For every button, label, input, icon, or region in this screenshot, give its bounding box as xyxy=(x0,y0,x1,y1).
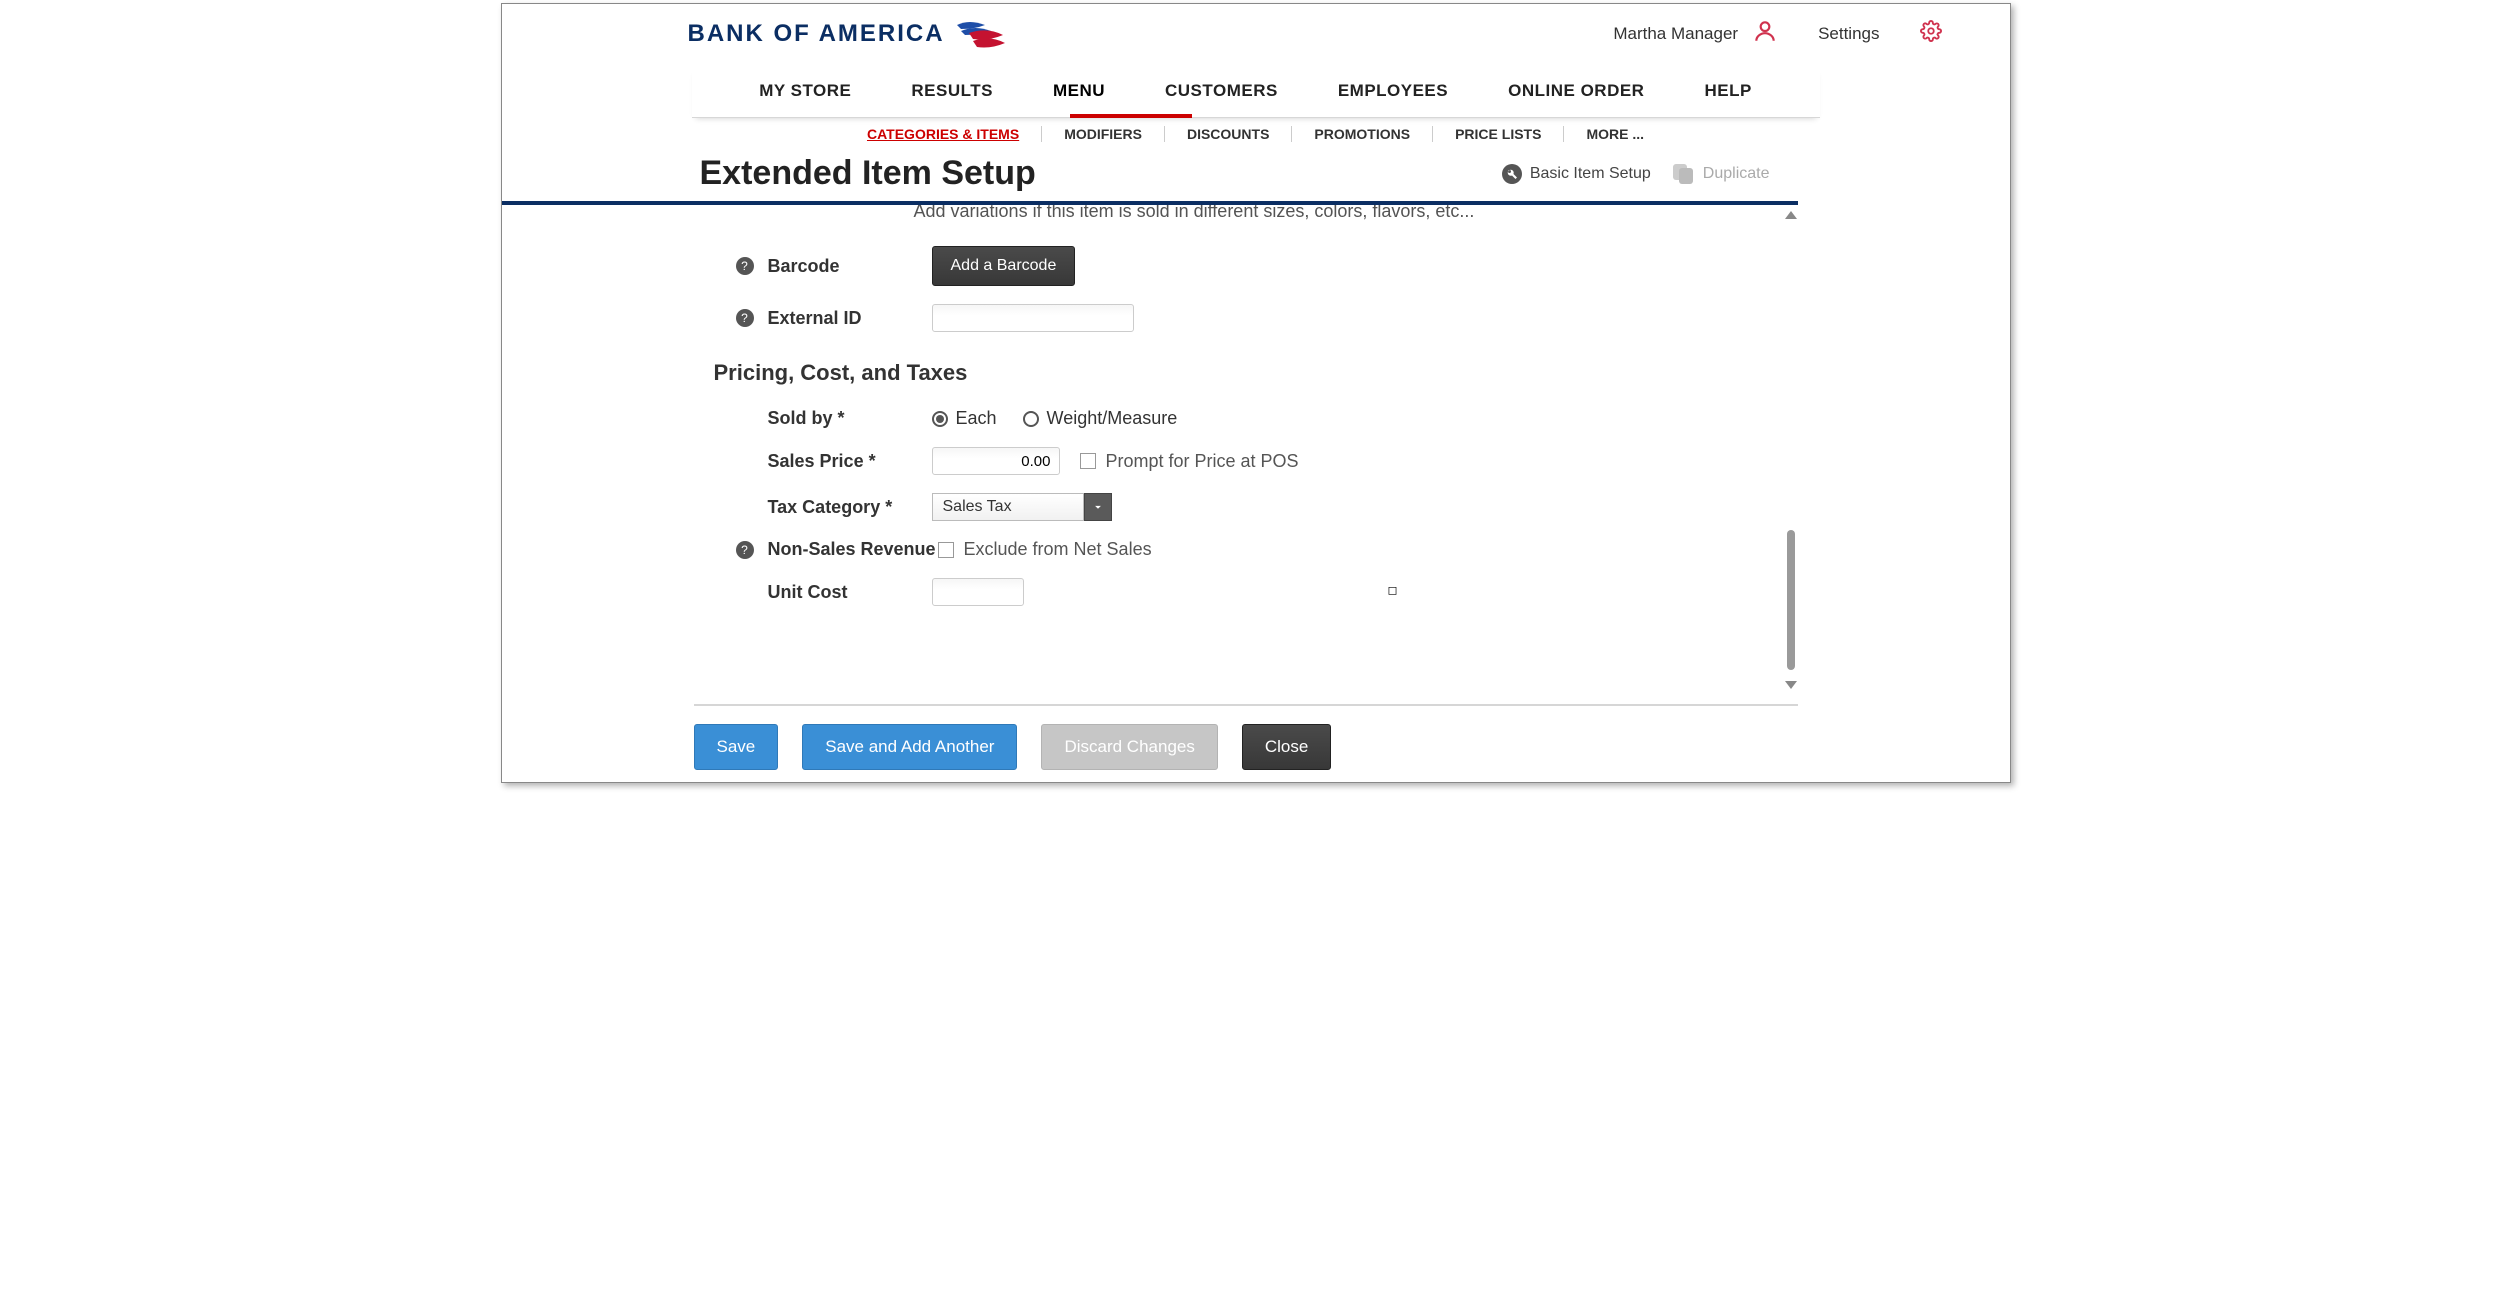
tax-category-select[interactable]: Sales Tax xyxy=(932,493,1112,521)
basic-item-setup-label: Basic Item Setup xyxy=(1530,165,1651,183)
scroll-up-arrow-icon[interactable] xyxy=(1785,211,1797,219)
subtab-price-lists[interactable]: PRICE LISTS xyxy=(1433,126,1564,142)
exclude-net-label: Exclude from Net Sales xyxy=(964,539,1152,560)
content-scroll-area: Add variations if this item is sold in d… xyxy=(694,205,1798,695)
user-name-label: Martha Manager xyxy=(1613,24,1738,44)
discard-changes-button: Discard Changes xyxy=(1041,724,1217,770)
row-external-id: ? External ID xyxy=(694,296,1798,342)
scroll-thumb[interactable] xyxy=(1787,530,1795,670)
duplicate-icon xyxy=(1673,164,1695,184)
settings-link[interactable]: Settings xyxy=(1818,24,1879,44)
page-title-row: Extended Item Setup Basic Item Setup Dup… xyxy=(502,148,1798,205)
chevron-down-icon[interactable] xyxy=(1084,493,1112,521)
sold-by-weight-radio[interactable] xyxy=(1023,411,1039,427)
sold-by-weight-label: Weight/Measure xyxy=(1047,408,1178,429)
close-button[interactable]: Close xyxy=(1242,724,1331,770)
button-bar: Save Save and Add Another Discard Change… xyxy=(694,704,1798,770)
scrollbar[interactable] xyxy=(1784,205,1798,695)
barcode-label: Barcode xyxy=(768,256,932,277)
row-tax-category: ? Tax Category * Sales Tax xyxy=(694,485,1798,531)
unit-cost-label: Unit Cost xyxy=(768,582,932,603)
tax-category-label: Tax Category * xyxy=(768,497,932,518)
save-button[interactable]: Save xyxy=(694,724,779,770)
row-sales-price: ? Sales Price * Prompt for Price at POS xyxy=(694,439,1798,485)
active-tab-indicator xyxy=(1070,114,1192,118)
brand-flag-icon xyxy=(955,19,1005,49)
subtab-more[interactable]: MORE ... xyxy=(1564,126,1666,142)
duplicate-label: Duplicate xyxy=(1703,165,1770,183)
scroll-down-arrow-icon[interactable] xyxy=(1785,681,1797,689)
external-id-input[interactable] xyxy=(932,304,1134,332)
prompt-price-label: Prompt for Price at POS xyxy=(1106,451,1299,472)
tab-customers[interactable]: CUSTOMERS xyxy=(1165,81,1278,105)
tab-employees[interactable]: EMPLOYEES xyxy=(1338,81,1448,105)
row-non-sales-revenue: ? Non-Sales Revenue Exclude from Net Sal… xyxy=(694,531,1798,570)
gear-icon[interactable] xyxy=(1920,20,1982,47)
tab-help[interactable]: HELP xyxy=(1704,81,1751,105)
help-icon[interactable]: ? xyxy=(736,257,754,275)
row-sold-by: ? Sold by * Each Weight/Measure xyxy=(694,400,1798,439)
tab-menu[interactable]: MENU xyxy=(1053,81,1105,105)
sales-price-input[interactable] xyxy=(932,447,1060,475)
help-icon[interactable]: ? xyxy=(736,541,754,559)
subtab-modifiers[interactable]: MODIFIERS xyxy=(1042,126,1165,142)
sub-nav: CATEGORIES & ITEMS MODIFIERS DISCOUNTS P… xyxy=(502,118,2010,148)
sales-price-label: Sales Price * xyxy=(768,451,932,472)
subtab-promotions[interactable]: PROMOTIONS xyxy=(1292,126,1433,142)
unit-cost-input[interactable] xyxy=(932,578,1024,606)
sold-by-each-radio[interactable] xyxy=(932,411,948,427)
row-barcode: ? Barcode Add a Barcode xyxy=(694,238,1798,296)
main-nav: MY STORE RESULTS MENU CUSTOMERS EMPLOYEE… xyxy=(692,67,1820,118)
subtab-categories-items[interactable]: CATEGORIES & ITEMS xyxy=(845,126,1042,142)
brand-logo: BANK OF AMERICA xyxy=(688,19,1005,49)
tab-results[interactable]: RESULTS xyxy=(911,81,993,105)
tax-category-value: Sales Tax xyxy=(932,493,1084,521)
sold-by-label: Sold by * xyxy=(768,408,932,429)
sold-by-each-label: Each xyxy=(956,408,997,429)
tab-online-order[interactable]: ONLINE ORDER xyxy=(1508,81,1644,105)
app-window: BANK OF AMERICA Martha Manager Settings xyxy=(501,3,2011,783)
page-title: Extended Item Setup xyxy=(700,154,1480,193)
prompt-price-checkbox[interactable] xyxy=(1080,453,1096,469)
add-barcode-button[interactable]: Add a Barcode xyxy=(932,246,1076,286)
subtab-discounts[interactable]: DISCOUNTS xyxy=(1165,126,1292,142)
exclude-net-checkbox[interactable] xyxy=(938,542,954,558)
external-id-label: External ID xyxy=(768,308,932,329)
header-bar: BANK OF AMERICA Martha Manager Settings xyxy=(502,4,2010,57)
tab-my-store[interactable]: MY STORE xyxy=(759,81,851,105)
brand-logo-text: BANK OF AMERICA xyxy=(688,20,945,48)
variations-hint-text: Add variations if this item is sold in d… xyxy=(694,205,1798,238)
wrench-icon xyxy=(1502,164,1522,184)
non-sales-label: Non-Sales Revenue xyxy=(768,539,938,560)
section-pricing-heading: Pricing, Cost, and Taxes xyxy=(694,342,1798,400)
save-add-another-button[interactable]: Save and Add Another xyxy=(802,724,1017,770)
basic-item-setup-link[interactable]: Basic Item Setup xyxy=(1502,164,1651,184)
help-icon[interactable]: ? xyxy=(736,309,754,327)
user-icon[interactable] xyxy=(1752,18,1778,49)
row-unit-cost: ? Unit Cost xyxy=(694,570,1798,616)
duplicate-link[interactable]: Duplicate xyxy=(1673,164,1770,184)
